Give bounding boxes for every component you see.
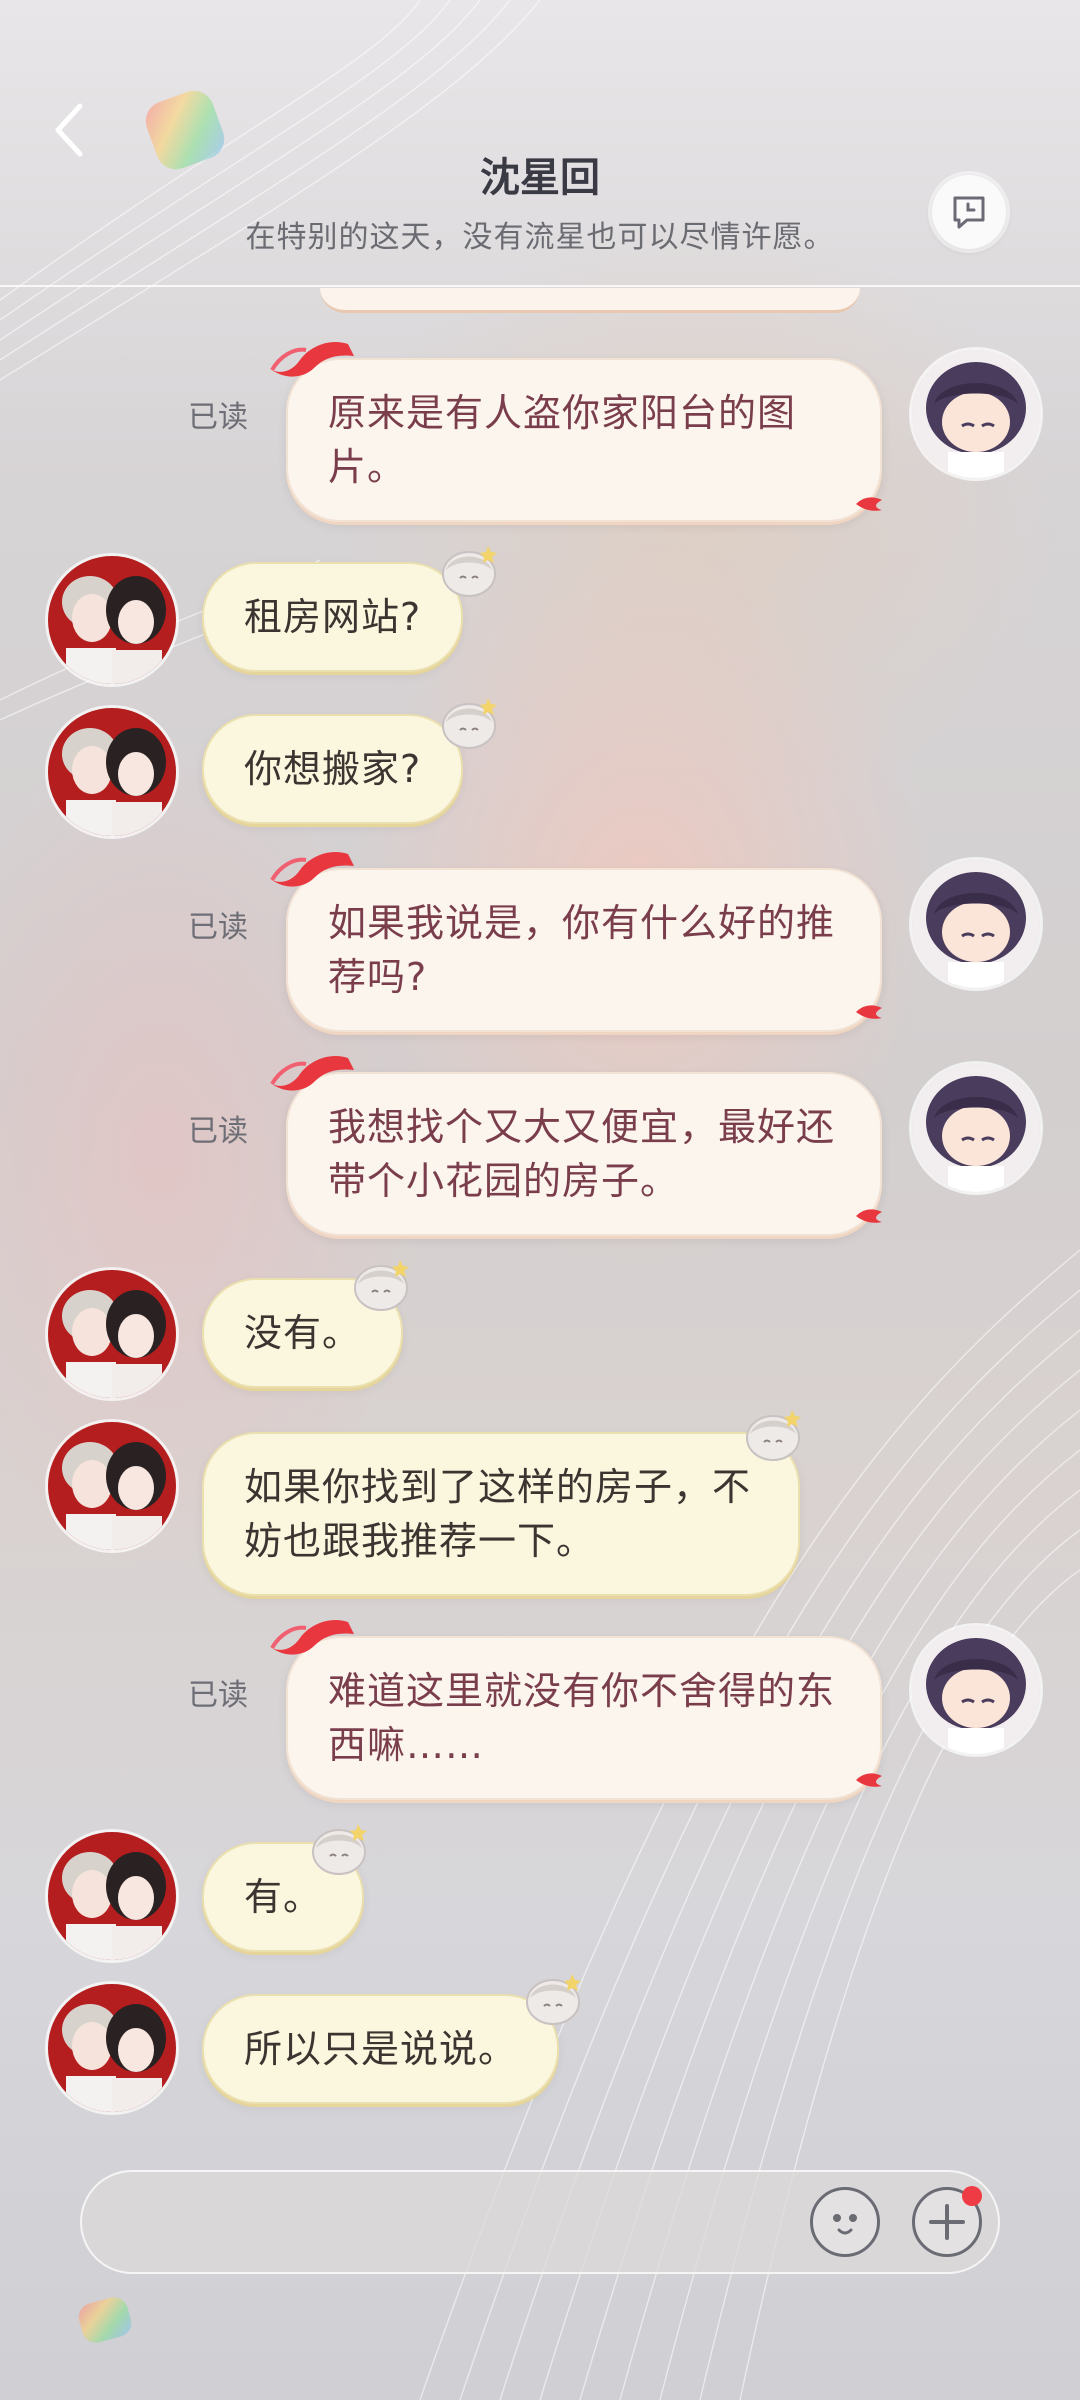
contact-avatar[interactable] [48,708,176,836]
contact-avatar[interactable] [48,1832,176,1960]
my-avatar[interactable] [912,350,1040,478]
chibi-head-icon [442,546,497,597]
read-status: 已读 [188,1114,248,1149]
contact-message-bubble[interactable]: 如果你找到了这样的房子，不妨也跟我推荐一下。 [202,1432,800,1596]
clipped-message-bubble [320,288,860,313]
red-fish-icon [270,1619,354,1655]
my-message-bubble[interactable]: 我想找个又大又便宜，最好还带个小花园的房子。 [286,1072,882,1236]
read-status: 已读 [188,910,248,945]
page-subtitle: 在特别的这天，没有流星也可以尽情许愿。 [245,220,835,255]
emoji-face-icon [833,2214,857,2235]
read-status: 已读 [188,1678,248,1713]
red-fish-tail-icon [856,1005,882,1019]
my-message-bubble[interactable]: 如果我说是，你有什么好的推荐吗? [286,868,882,1032]
contact-avatar[interactable] [48,1270,176,1398]
chibi-head-icon [442,698,497,749]
contact-message-bubble[interactable]: 所以只是说说。 [202,1994,560,2104]
chat-bubble-button[interactable] [932,175,1006,249]
message-input[interactable] [122,2192,762,2256]
chat-bubble-icon [953,196,985,229]
chibi-head-icon [354,1260,409,1311]
my-avatar[interactable] [912,860,1040,988]
header-divider [0,285,1080,287]
my-message-bubble[interactable]: 原来是有人盗你家阳台的图片。 [286,358,882,522]
red-fish-icon [270,1055,354,1091]
my-message-bubble[interactable]: 难道这里就没有你不舍得的东西嘛…… [286,1636,882,1800]
red-fish-icon [270,851,354,887]
emoji-button[interactable] [810,2187,880,2257]
my-avatar[interactable] [912,1626,1040,1754]
chibi-head-icon [312,1824,367,1875]
page-title: 沈星回 [480,154,600,201]
contact-message-bubble[interactable]: 你想搬家? [202,714,464,824]
my-avatar[interactable] [912,1064,1040,1192]
notification-dot [962,2186,982,2206]
chibi-head-icon [526,1974,581,2025]
red-fish-tail-icon [856,497,882,511]
message-input-bar[interactable] [80,2170,1000,2274]
red-fish-icon [270,341,354,377]
chibi-head-icon [746,1410,801,1461]
contact-avatar[interactable] [48,1422,176,1550]
contact-avatar[interactable] [48,1984,176,2112]
read-status: 已读 [188,400,248,435]
red-fish-tail-icon [856,1773,882,1787]
contact-avatar[interactable] [48,556,176,684]
red-fish-tail-icon [856,1209,882,1223]
contact-message-bubble[interactable]: 租房网站? [202,562,464,672]
